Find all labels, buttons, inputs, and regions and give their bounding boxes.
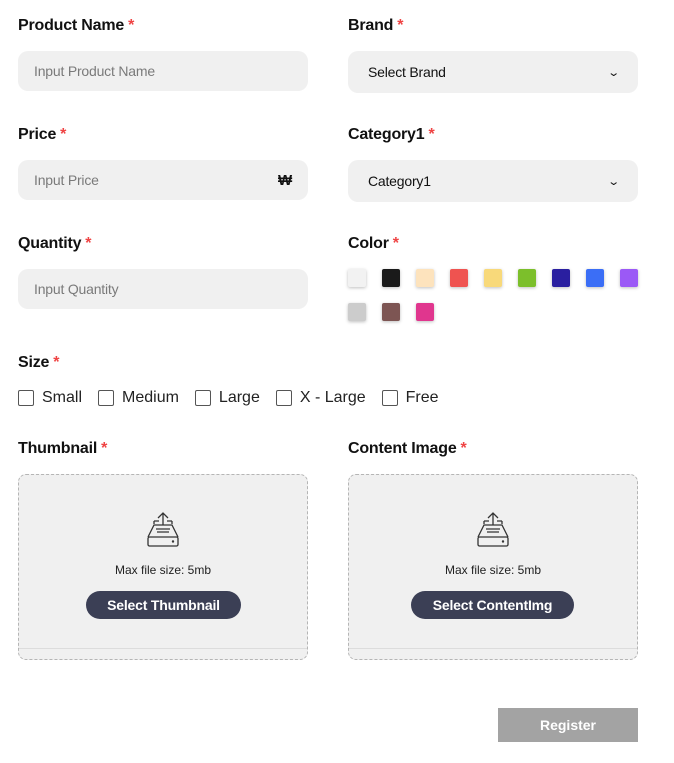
size-checkbox[interactable] bbox=[98, 390, 115, 406]
category1-select[interactable]: Category1 ⌄ bbox=[348, 160, 638, 202]
divider bbox=[19, 648, 307, 649]
color-swatch[interactable] bbox=[382, 303, 400, 321]
color-swatch[interactable] bbox=[518, 269, 536, 287]
size-checkbox[interactable] bbox=[18, 390, 34, 406]
chevron-down-icon: ⌄ bbox=[607, 175, 620, 188]
size-option-x-large[interactable]: X - Large bbox=[275, 389, 366, 407]
content-image-dropzone[interactable]: Max file size: 5mb Select ContentImg bbox=[348, 474, 638, 660]
size-option-small[interactable]: Small bbox=[18, 389, 82, 407]
color-swatch[interactable] bbox=[348, 269, 366, 287]
upload-tray-icon bbox=[477, 512, 509, 547]
category1-label: Category1 * bbox=[348, 126, 435, 143]
thumbnail-dropzone[interactable]: Max file size: 5mb Select Thumbnail bbox=[18, 474, 308, 660]
size-checkbox[interactable] bbox=[194, 390, 211, 406]
thumbnail-label: Thumbnail * bbox=[18, 440, 108, 457]
divider bbox=[349, 648, 637, 649]
size-checkbox[interactable] bbox=[275, 390, 292, 406]
won-currency-icon: ₩ bbox=[278, 171, 292, 189]
size-options: Small Medium Large X - Large Free bbox=[18, 386, 455, 410]
brand-label: Brand * bbox=[348, 17, 404, 34]
size-label: Size * bbox=[18, 354, 60, 371]
select-thumbnail-button[interactable]: Select Thumbnail bbox=[86, 591, 241, 619]
size-option-free[interactable]: Free bbox=[381, 389, 439, 407]
quantity-label: Quantity * bbox=[18, 235, 92, 252]
brand-select[interactable]: Select Brand ⌄ bbox=[348, 51, 638, 93]
register-button[interactable]: Register bbox=[498, 708, 638, 742]
upload-tray-icon bbox=[147, 512, 179, 547]
file-size-note: Max file size: 5mb bbox=[114, 563, 212, 577]
product-name-label: Product Name * bbox=[18, 17, 135, 34]
color-swatch[interactable] bbox=[620, 269, 638, 287]
size-checkbox[interactable] bbox=[381, 390, 398, 406]
content-image-label: Content Image * bbox=[348, 440, 467, 457]
size-option-large[interactable]: Large bbox=[194, 389, 260, 407]
file-size-note: Max file size: 5mb bbox=[444, 563, 542, 577]
size-option-medium[interactable]: Medium bbox=[98, 389, 179, 407]
price-input[interactable]: Input Price ₩ bbox=[18, 160, 308, 200]
chevron-down-icon: ⌄ bbox=[607, 66, 620, 79]
product-name-input[interactable]: Input Product Name bbox=[18, 51, 308, 91]
color-swatch[interactable] bbox=[348, 303, 366, 321]
color-swatch[interactable] bbox=[416, 303, 434, 321]
color-label: Color * bbox=[348, 235, 399, 252]
quantity-input[interactable]: Input Quantity bbox=[18, 269, 308, 309]
color-swatch[interactable] bbox=[416, 269, 434, 287]
select-content-image-button[interactable]: Select ContentImg bbox=[411, 591, 574, 619]
color-swatch[interactable] bbox=[382, 269, 400, 287]
price-label: Price * bbox=[18, 126, 67, 143]
color-swatch[interactable] bbox=[552, 269, 570, 287]
color-swatch[interactable] bbox=[586, 269, 604, 287]
color-swatch[interactable] bbox=[484, 269, 502, 287]
color-swatch[interactable] bbox=[450, 269, 468, 287]
